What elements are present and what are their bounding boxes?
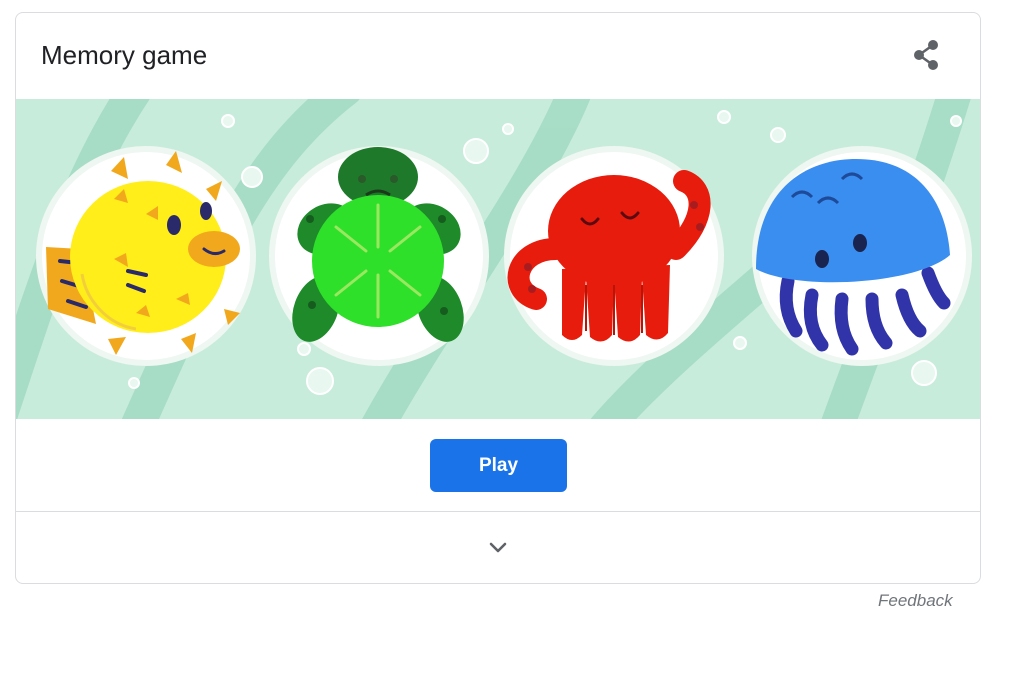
memory-game-card: Memory game Play xyxy=(15,12,981,584)
share-icon xyxy=(914,40,938,70)
expand-button[interactable] xyxy=(16,512,980,583)
card-title: Memory game xyxy=(41,40,208,70)
chevron-down-icon xyxy=(489,542,507,552)
jellyfish-card[interactable] xyxy=(752,146,972,366)
card-header: Memory game xyxy=(16,13,980,99)
turtle-card[interactable] xyxy=(269,146,489,366)
play-row: Play xyxy=(16,419,980,511)
share-button[interactable] xyxy=(908,37,944,73)
pufferfish-card[interactable] xyxy=(36,146,256,366)
feedback-link[interactable]: Feedback xyxy=(878,591,953,611)
octopus-card[interactable] xyxy=(504,146,724,366)
play-button[interactable]: Play xyxy=(430,439,567,492)
game-banner[interactable] xyxy=(16,99,980,419)
